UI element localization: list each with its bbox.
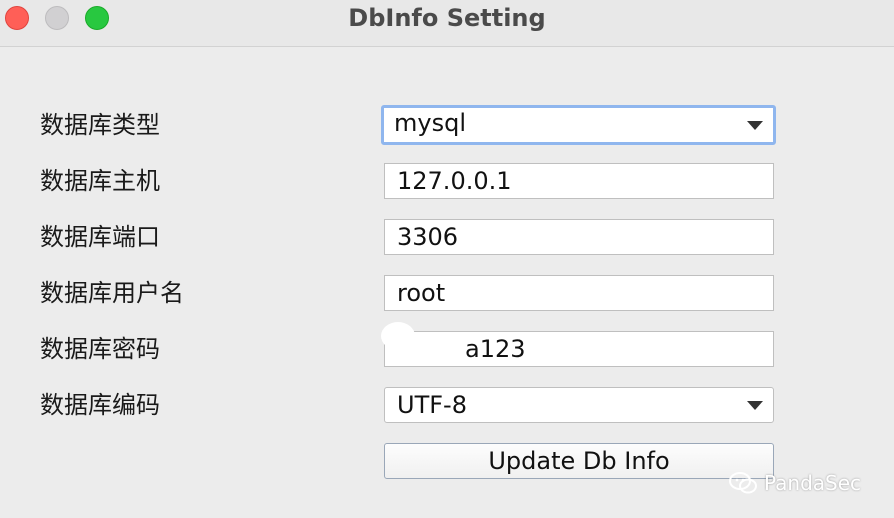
db-encoding-value: UTF-8	[397, 391, 467, 419]
redaction-mark	[406, 336, 466, 362]
title-bar: DbInfo Setting	[0, 0, 894, 47]
update-db-info-button[interactable]: Update Db Info	[384, 443, 774, 479]
db-host-input[interactable]: 127.0.0.1	[384, 163, 774, 199]
db-type-value: mysql	[394, 109, 466, 137]
db-user-value: root	[397, 279, 446, 307]
db-port-label: 数据库端口	[40, 223, 160, 251]
db-host-label: 数据库主机	[40, 167, 160, 195]
db-encoding-label: 数据库编码	[40, 391, 160, 419]
watermark: PandaSec	[728, 468, 861, 498]
chevron-down-icon	[747, 401, 763, 410]
dbinfo-window: DbInfo Setting 数据库类型 数据库主机 数据库端口 数据库用户名 …	[0, 0, 894, 518]
db-type-select[interactable]: mysql	[381, 105, 776, 145]
chevron-down-icon	[747, 121, 763, 130]
window-title: DbInfo Setting	[348, 4, 546, 32]
wechat-icon	[729, 472, 757, 494]
db-encoding-select[interactable]: UTF-8	[384, 387, 774, 423]
db-host-value: 127.0.0.1	[397, 167, 512, 195]
db-user-input[interactable]: root	[384, 275, 774, 311]
db-port-input[interactable]: 3306	[384, 219, 774, 255]
watermark-text: PandaSec	[764, 471, 862, 495]
db-user-label: 数据库用户名	[40, 279, 184, 307]
db-password-value: a123	[465, 335, 526, 363]
db-type-label: 数据库类型	[40, 111, 160, 139]
db-password-label: 数据库密码	[40, 335, 160, 363]
db-port-value: 3306	[397, 223, 459, 251]
